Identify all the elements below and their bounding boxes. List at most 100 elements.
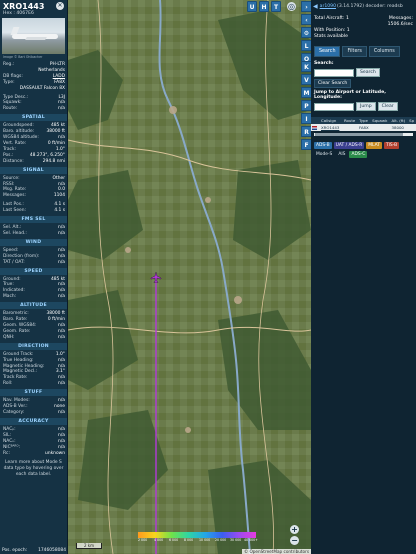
col-altitude[interactable]: Alt. (ft) bbox=[390, 117, 409, 124]
clear-search-button[interactable]: Clear Search bbox=[314, 79, 352, 88]
col-speed[interactable]: Sp bbox=[408, 117, 416, 124]
info-key: Route: bbox=[3, 106, 18, 112]
section-speed: SPEED bbox=[0, 267, 67, 275]
fms-row: Sel. Head.: n/a bbox=[3, 230, 65, 236]
aircraft-hex: Hex : 4067E6 bbox=[3, 11, 34, 16]
search-input[interactable] bbox=[314, 68, 354, 77]
jump-button[interactable]: Jump bbox=[356, 102, 376, 111]
tab-filters[interactable]: Filters bbox=[342, 46, 367, 57]
layers-icon[interactable]: ◎ bbox=[287, 2, 296, 11]
stats-block: Total Aircraft: 1 Messages: 1506.6/sec W… bbox=[311, 12, 416, 40]
legend-tick: 10 000 bbox=[199, 538, 211, 542]
legend-tick: 2 000 bbox=[138, 538, 148, 542]
info-row: Route: n/a bbox=[0, 106, 67, 112]
col-squawk[interactable]: Squawk bbox=[371, 117, 391, 124]
altitude-block: Barometric: 38000 ft Baro. Rate: 0 ft/min … bbox=[0, 311, 67, 341]
panel-tabs: Search Filters Columns bbox=[311, 40, 416, 57]
aircraft-photo[interactable] bbox=[2, 18, 65, 54]
map-button-t[interactable]: T bbox=[271, 1, 281, 12]
speed-row: Mach: n/a bbox=[3, 294, 65, 300]
speed-block: Ground: 485 kt True: n/a Indicated: n/a Mac… bbox=[0, 277, 67, 301]
version-link[interactable]: ar1090 bbox=[320, 4, 336, 9]
legend-tick: 20 000 bbox=[215, 538, 227, 542]
spatial-row: Distance: 294.8 nmi bbox=[3, 158, 65, 164]
messages-value: 1506.6/sec bbox=[387, 22, 413, 27]
accuracy-block: NACₚ: n/a SIL: n/a NACᵥ: n/a NICᴮᴬᴿᴼ: n/a Rc… bbox=[0, 427, 67, 457]
badge-adsc[interactable]: ADS-C bbox=[349, 151, 368, 158]
legend-tick: 40 000+ bbox=[244, 538, 258, 542]
map-canvas[interactable] bbox=[68, 0, 311, 554]
section-spatial: SPATIAL bbox=[0, 114, 67, 122]
photo-credit: Image © Bart Ohlbacher bbox=[3, 55, 43, 59]
section-stuff: STUFF bbox=[0, 389, 67, 397]
section-accuracy: ACCURACY bbox=[0, 417, 67, 425]
scrollbar-thumb[interactable] bbox=[315, 133, 403, 136]
signal-row: Last Seen: 4.1 s bbox=[3, 208, 65, 214]
row-altitude: 38000 bbox=[390, 124, 409, 131]
zoom-out-button[interactable]: − bbox=[290, 536, 299, 545]
learn-more-text: Learn more about Mode S data type by hov… bbox=[3, 460, 64, 478]
section-direction: DIRECTION bbox=[0, 342, 67, 350]
source-legend: ADS-B UAT / ADS-R MLAT TIS-B Mode-S AIS … bbox=[311, 136, 416, 158]
table-scrollbar[interactable] bbox=[314, 133, 413, 136]
aircraft-table: Callsign Route Type Squawk Alt. (ft) Sp … bbox=[311, 117, 416, 131]
col-type[interactable]: Type bbox=[357, 117, 372, 124]
badge-modes[interactable]: Mode-S bbox=[314, 151, 334, 158]
legend-tick: 4 000 bbox=[154, 538, 164, 542]
direction-block: Ground Track: 1.0° True Heading: n/a Magne… bbox=[0, 352, 67, 387]
version-text: (3.14.1792) decoder: readsb bbox=[337, 4, 403, 9]
map-scale: 2 km bbox=[76, 543, 102, 549]
wind-block: Speed: n/a Direction (from): n/a TAT / OAT… bbox=[0, 248, 67, 266]
close-icon[interactable]: ✕ bbox=[56, 2, 64, 10]
col-route[interactable]: Route bbox=[342, 117, 358, 124]
legend-tick: 6 000 bbox=[169, 538, 179, 542]
badge-adsb[interactable]: ADS-B bbox=[314, 142, 332, 149]
map-view[interactable]: U H T ◎ + − 2 000 4 000 6 000 8 000 10 0… bbox=[68, 0, 311, 554]
pos-epoch-label: Pos. epoch: bbox=[2, 548, 28, 553]
photo-wing bbox=[25, 37, 47, 40]
section-altitude: ALTITUDE bbox=[0, 302, 67, 310]
badge-ais[interactable]: AIS bbox=[336, 151, 347, 158]
row-speed bbox=[408, 124, 416, 131]
stuff-block: Nav. Modes: n/a ADS-B Ver.: none Category:… bbox=[0, 398, 67, 416]
zoom-in-button[interactable]: + bbox=[290, 525, 299, 534]
section-fms-sel: FMS SEL bbox=[0, 216, 67, 224]
flag-icon bbox=[311, 124, 321, 131]
row-callsign[interactable]: XRO1443 bbox=[320, 124, 343, 131]
total-aircraft: Total Aircraft: 1 bbox=[314, 16, 349, 21]
legend-tick: 8 000 bbox=[184, 538, 194, 542]
expand-arrow-icon[interactable]: ◀ bbox=[313, 3, 318, 10]
col-flag[interactable] bbox=[311, 117, 321, 124]
aircraft-list-panel: ◀ ar1090 (3.14.1792) decoder: readsb Tot… bbox=[311, 0, 416, 554]
info-block: Reg.: PH-LTR Netherlands DB flags: LADD Ty… bbox=[0, 62, 67, 112]
badge-uat-adsr[interactable]: UAT / ADS-R bbox=[333, 142, 365, 149]
row-squawk bbox=[371, 124, 391, 131]
signal-block: Source: Other RSSI: n/a Msg. Rate: 0.0 Mess… bbox=[0, 176, 67, 214]
pos-epoch-value: 1746058084 bbox=[38, 548, 66, 553]
badge-mlat[interactable]: MLAT bbox=[366, 142, 382, 149]
search-button[interactable]: Search bbox=[356, 68, 380, 77]
tab-search[interactable]: Search bbox=[314, 46, 341, 57]
badge-tisb[interactable]: TIS-B bbox=[383, 142, 400, 149]
direction-row: Roll: n/a bbox=[3, 381, 65, 387]
table-header-row: Callsign Route Type Squawk Alt. (ft) Sp bbox=[311, 117, 416, 124]
map-button-h[interactable]: H bbox=[259, 1, 269, 12]
search-label: Search: bbox=[314, 61, 334, 66]
table-row[interactable]: XRO1443 FA8X 38000 bbox=[311, 124, 416, 131]
jump-input[interactable] bbox=[314, 102, 354, 111]
info-key: Type: bbox=[3, 79, 15, 85]
info-key: Reg.: bbox=[3, 62, 15, 67]
map-button-u[interactable]: U bbox=[247, 1, 257, 12]
legend-tick: 30 000 bbox=[230, 538, 242, 542]
pos-epoch: Pos. epoch: 1746058084 bbox=[0, 547, 67, 554]
info-value: n/a bbox=[58, 106, 65, 112]
col-callsign[interactable]: Callsign bbox=[320, 117, 343, 124]
row-type: FA8X bbox=[357, 124, 372, 131]
info-value: DASSAULT Falcon 8X bbox=[19, 85, 65, 91]
fms-block: Sel. Alt.: n/a Sel. Head.: n/a bbox=[0, 225, 67, 237]
section-signal: SIGNAL bbox=[0, 166, 67, 174]
wind-row: TAT / OAT: n/a bbox=[3, 259, 65, 265]
stuff-row: Category: n/a bbox=[3, 409, 65, 415]
tab-columns[interactable]: Columns bbox=[368, 46, 400, 57]
clear-jump-button[interactable]: Clear bbox=[377, 102, 398, 111]
